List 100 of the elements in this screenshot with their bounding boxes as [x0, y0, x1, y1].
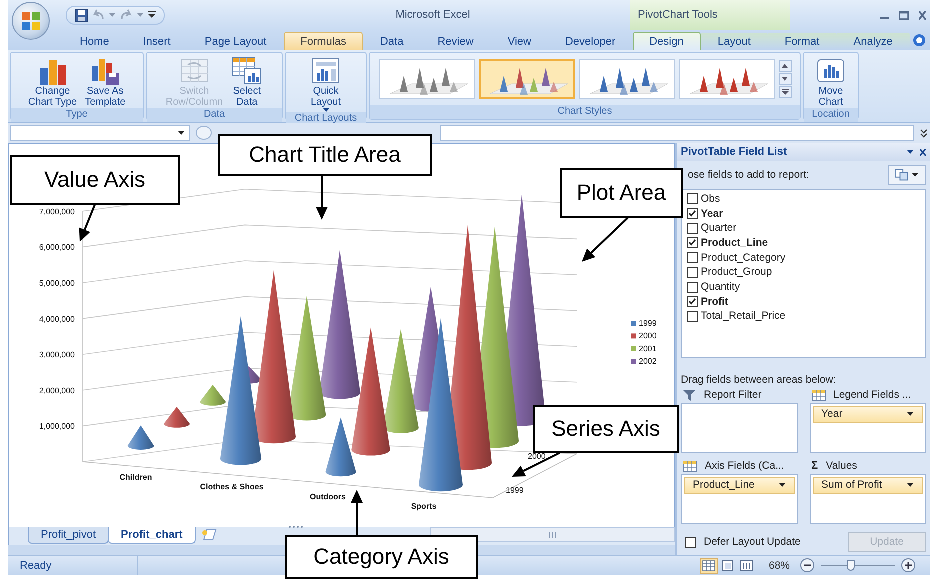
series-label: 1999	[506, 486, 524, 495]
checkbox[interactable]	[687, 237, 698, 248]
drop-area[interactable]: Sum of Profit	[810, 474, 926, 524]
field-name[interactable]: Product_Category	[701, 252, 786, 264]
ribbon-tab[interactable]: Format	[768, 32, 837, 50]
checkbox[interactable]	[685, 536, 696, 548]
layout-button[interactable]	[888, 164, 926, 185]
field-chip[interactable]: Year	[812, 406, 923, 423]
zoom-in-icon[interactable]	[901, 558, 916, 573]
checkbox[interactable]	[687, 193, 698, 204]
checkbox[interactable]	[687, 282, 698, 292]
ribbon-tab[interactable]: Review	[420, 32, 491, 50]
view-icon	[738, 558, 755, 572]
zoom-out-icon[interactable]	[800, 558, 815, 573]
insert-sheet-icon[interactable]	[200, 529, 218, 541]
dropdown-icon[interactable]	[907, 150, 914, 154]
scroll-up-button[interactable]	[778, 60, 792, 72]
scroll-down-button[interactable]	[778, 73, 792, 85]
view-button[interactable]	[700, 558, 718, 574]
group-label: Data	[147, 108, 282, 122]
callout-arrow	[512, 452, 560, 477]
ribbon-tab[interactable]: View	[490, 32, 548, 50]
sheet-tab[interactable]: Profit_pivot	[28, 527, 110, 544]
view-icon	[700, 558, 717, 572]
field-name[interactable]: Obs	[701, 192, 720, 205]
cone	[128, 426, 154, 450]
ribbon-tab[interactable]: Analyze	[836, 32, 910, 50]
splitter-handle[interactable]	[288, 525, 304, 529]
close-icon[interactable]	[919, 10, 926, 20]
drop-area[interactable]: Product_Line	[681, 474, 798, 524]
area-label: Legend Fields ...	[834, 389, 912, 402]
view-button[interactable]	[738, 558, 756, 574]
zoom-level: 68%	[768, 560, 790, 572]
field-name[interactable]: Profit	[701, 296, 728, 308]
slider-thumb[interactable]	[847, 560, 856, 571]
field-name[interactable]: Product_Line	[701, 236, 768, 249]
ribbon-tab[interactable]: Formulas	[284, 32, 364, 50]
ribbon-tab[interactable]: Layout	[700, 32, 768, 50]
chart-style-thumbnail[interactable]	[678, 59, 774, 99]
checkbox[interactable]	[687, 222, 698, 234]
sheet-tab[interactable]: Profit_chart	[108, 527, 196, 544]
customize-icon[interactable]	[148, 11, 156, 19]
ribbon-tab[interactable]: Insert	[126, 32, 188, 50]
caret-icon	[907, 483, 914, 488]
more-styles-button[interactable]	[778, 86, 792, 98]
layout-icon	[895, 168, 908, 181]
field-name[interactable]: Quarter	[701, 222, 737, 234]
ribbon-button[interactable]: Save As Template	[82, 56, 129, 108]
office-button[interactable]	[12, 2, 50, 40]
legend-label: 1999	[639, 319, 657, 328]
ribbon-tab[interactable]: Page Layout	[188, 32, 284, 50]
field-name[interactable]: Year	[701, 208, 724, 220]
axis-label: 1,000,000	[39, 422, 75, 432]
checkbox[interactable]	[687, 208, 698, 220]
ribbon-tab[interactable]: Developer	[548, 32, 633, 50]
ribbon-tab[interactable]: Design	[632, 32, 701, 50]
field-chip[interactable]: Sum of Profit	[812, 476, 923, 494]
ribbon-button[interactable]: Select Data	[228, 56, 266, 108]
checkbox[interactable]	[687, 252, 698, 264]
ribbon-tab[interactable]: Home	[63, 32, 126, 50]
up-arrow-icon	[782, 64, 788, 68]
field-chip[interactable]: Product_Line	[684, 476, 794, 494]
caret-icon	[778, 483, 786, 488]
grid-icon	[683, 460, 697, 472]
checkbox[interactable]	[687, 296, 698, 308]
grip-icon	[548, 532, 556, 538]
horizontal-scrollbar[interactable]	[430, 527, 675, 542]
status-text: Ready	[20, 560, 52, 572]
context-title: PivotChart Tools	[638, 9, 718, 21]
chart-style-thumbnail[interactable]	[578, 59, 674, 99]
chart-style-thumbnail[interactable]	[378, 59, 474, 99]
field-name[interactable]: Quantity	[701, 281, 740, 293]
expand-formula-icon[interactable]	[920, 127, 928, 139]
restore-icon[interactable]	[899, 10, 909, 20]
checkbox[interactable]	[687, 310, 698, 322]
grid-icon	[812, 390, 826, 401]
callout-label: Value Axis	[10, 155, 180, 205]
ribbon-tab[interactable]: Data	[363, 32, 421, 50]
field-name[interactable]: Product_Group	[701, 266, 772, 278]
drop-area[interactable]: Year	[810, 402, 926, 453]
caret-icon	[912, 172, 919, 177]
close-icon[interactable]	[920, 148, 926, 156]
window-title: Microsoft Excel	[394, 9, 472, 21]
legend-label: 2000	[639, 332, 657, 341]
table-chart-icon	[231, 56, 264, 86]
chart-save-icon	[89, 56, 122, 86]
view-icon	[720, 558, 736, 572]
help-icon[interactable]	[913, 34, 926, 47]
ribbon-button[interactable]: Change Chart Type	[25, 56, 80, 108]
ribbon-button[interactable]: Move Chart	[812, 56, 850, 108]
chart-style-thumbnail[interactable]	[478, 59, 574, 99]
field-name[interactable]: Total_Retail_Price	[701, 310, 786, 322]
areas-prompt: Drag fields between areas below:	[681, 374, 838, 388]
zoom-slider[interactable]	[821, 561, 895, 570]
checkbox[interactable]	[687, 266, 698, 278]
save-icon[interactable]	[75, 8, 88, 22]
formula-field[interactable]	[440, 125, 914, 141]
legend-label: 2001	[639, 344, 657, 354]
ribbon-button[interactable]: Quick Layout	[307, 56, 345, 112]
callout-label: Plot Area	[560, 168, 683, 218]
